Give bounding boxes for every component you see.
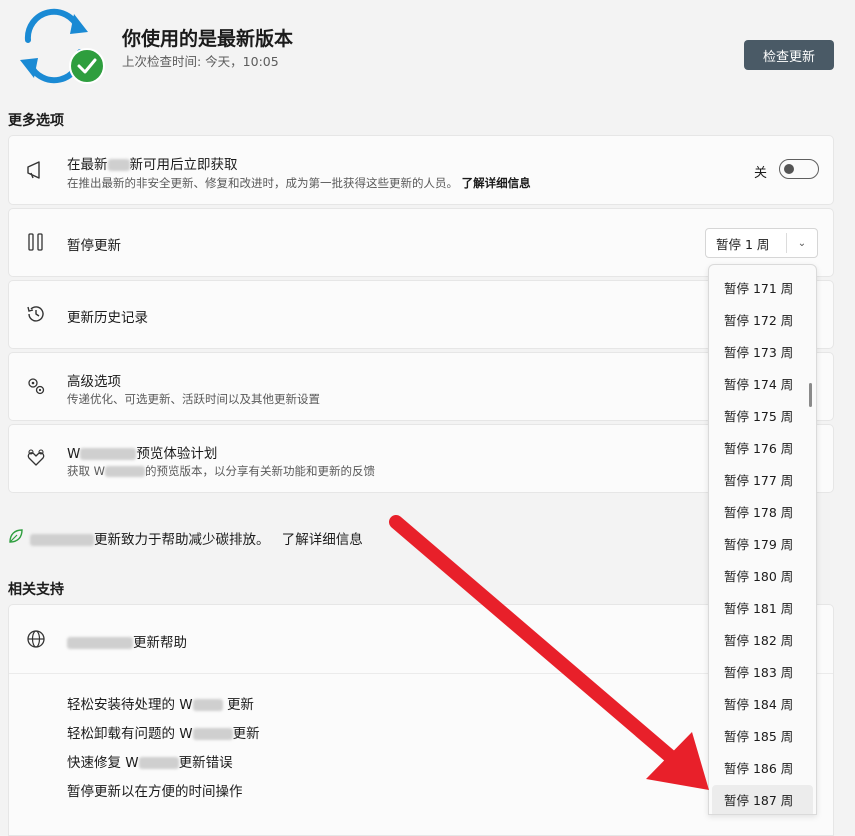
toggle-state-label: 关: [753, 166, 767, 181]
support-link-pause[interactable]: 暂停更新以在方便的时间操作: [67, 780, 243, 800]
pause-duration-select[interactable]: 暂停 1 周 ⌄: [705, 228, 818, 258]
early-updates-toggle[interactable]: [779, 159, 819, 179]
dropdown-option[interactable]: 暂停 182 周: [709, 625, 816, 657]
dropdown-option[interactable]: 暂停 174 周: [709, 369, 816, 401]
early-updates-description: 在推出最新的非安全更新、修复和改进时，成为第一批获得这些更新的人员。 了解详细信…: [67, 176, 531, 190]
leaf-icon: [9, 529, 23, 543]
dropdown-option[interactable]: 暂停 179 周: [709, 529, 816, 561]
history-icon: [27, 306, 44, 322]
support-link-uninstall[interactable]: 轻松卸载有问题的 W 更新: [67, 722, 260, 742]
last-checked-text: 上次检查时间: 今天，10:05: [122, 54, 279, 69]
megaphone-icon: [27, 161, 40, 179]
globe-icon: [27, 630, 45, 648]
eco-learn-more-link[interactable]: 了解详细信息: [282, 532, 363, 548]
more-options-heading: 更多选项: [8, 113, 64, 129]
insider-hearts-icon: [27, 449, 45, 466]
dropdown-option[interactable]: 暂停 181 周: [709, 593, 816, 625]
dropdown-option[interactable]: 暂停 173 周: [709, 337, 816, 369]
early-updates-title: 在最新 新可用后立即获取: [67, 157, 238, 173]
gears-icon: [28, 378, 45, 395]
related-support-heading: 相关支持: [8, 582, 64, 598]
insider-program-description: 获取 W 的预览版本，以分享有关新功能和更新的反馈: [67, 464, 376, 478]
pause-icon: [28, 233, 43, 251]
dropdown-option[interactable]: 暂停 176 周: [709, 433, 816, 465]
dropdown-option[interactable]: 暂停 175 周: [709, 401, 816, 433]
dropdown-option[interactable]: 暂停 184 周: [709, 689, 816, 721]
check-updates-button[interactable]: 检查更新: [744, 40, 834, 70]
pause-updates-title: 暂停更新: [67, 238, 121, 254]
insider-program-title: W 预览体验计划: [67, 446, 218, 462]
early-updates-card[interactable]: 在最新 新可用后立即获取 在推出最新的非安全更新、修复和改进时，成为第一批获得这些…: [8, 135, 834, 205]
dropdown-option[interactable]: 暂停 186 周: [709, 753, 816, 785]
advanced-options-title: 高级选项: [67, 374, 121, 390]
dropdown-option[interactable]: 暂停 187 周: [712, 785, 813, 814]
advanced-options-description: 传递优化、可选更新、活跃时间以及其他更新设置: [67, 392, 320, 406]
update-help-title[interactable]: 更新帮助: [67, 631, 187, 651]
carbon-reduction-text: 更新致力于帮助减少碳排放。 了解详细信息: [30, 528, 363, 548]
update-history-title: 更新历史记录: [67, 310, 148, 326]
dropdown-option[interactable]: 暂停 180 周: [709, 561, 816, 593]
dropdown-option[interactable]: 暂停 178 周: [709, 497, 816, 529]
learn-more-link[interactable]: 了解详细信息: [462, 176, 531, 190]
dropdown-option[interactable]: 暂停 177 周: [709, 465, 816, 497]
support-link-install[interactable]: 轻松安装待处理的 W 更新: [67, 693, 254, 713]
dropdown-option[interactable]: 暂停 185 周: [709, 721, 816, 753]
dropdown-option[interactable]: 暂停 172 周: [709, 305, 816, 337]
pause-duration-dropdown[interactable]: 暂停 171 周暂停 172 周暂停 173 周暂停 174 周暂停 175 周…: [708, 264, 817, 815]
dropdown-option[interactable]: 暂停 171 周: [709, 273, 816, 305]
status-title: 你使用的是最新版本: [122, 28, 294, 50]
pause-duration-value: 暂停 1 周: [716, 236, 770, 252]
chevron-down-icon[interactable]: ⌄: [787, 238, 817, 249]
support-link-fix-errors[interactable]: 快速修复 W 更新错误: [67, 751, 233, 771]
update-status-icon: [14, 8, 106, 84]
dropdown-option[interactable]: 暂停 183 周: [709, 657, 816, 689]
dropdown-scrollbar[interactable]: [809, 383, 812, 407]
